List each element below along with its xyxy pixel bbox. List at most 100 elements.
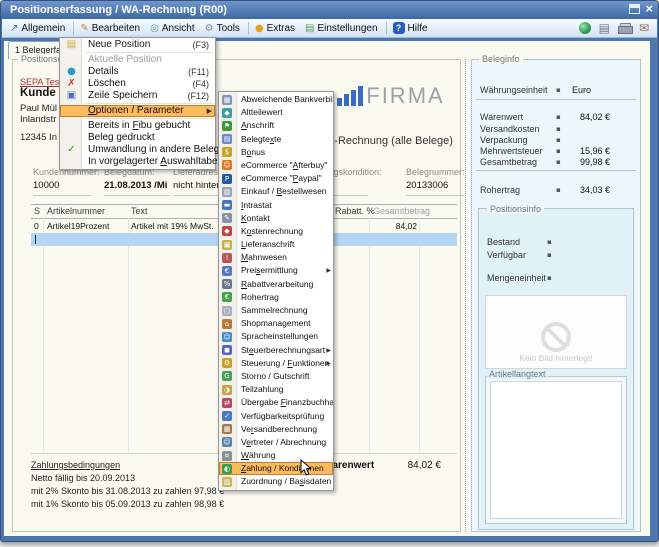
- submenu-item-sammelrechnung[interactable]: ▢Sammelrechnung: [219, 304, 333, 317]
- submenu-item-zuordnung-basisdaten[interactable]: ▨Zuordnung / Basisdaten: [219, 475, 333, 488]
- delete-icon: ✗: [63, 78, 80, 90]
- help-icon: ?: [393, 22, 405, 34]
- menu-shortcut: (F4): [193, 78, 210, 90]
- submenu-item-anschrift[interactable]: ⚑Anschrift: [219, 119, 333, 132]
- beleginfo-divider: [476, 99, 636, 100]
- column-header-rabatt[interactable]: Rabatt. %: [335, 206, 375, 216]
- toolbar-button-bearbeiten[interactable]: ✎Bearbeiten: [76, 22, 146, 35]
- menu-item-details[interactable]: ●Details(F11): [60, 66, 215, 78]
- mail-icon[interactable]: ✉: [639, 21, 649, 35]
- field-underline: [33, 195, 91, 196]
- printer-icon[interactable]: [618, 23, 631, 33]
- payment-terms-link[interactable]: Zahlungsbedingungen: [31, 460, 120, 470]
- menu-item-in-vorgelagerter-auswahltabelle-verbergen[interactable]: In vorgelagerter Auswahltabelle verberge…: [60, 156, 215, 168]
- globe-icon[interactable]: [579, 22, 591, 34]
- submenu-item-steuerberechnungsart[interactable]: ◼Steuerberechnungsart▶: [219, 344, 333, 357]
- control-functions-icon: ⚙: [222, 358, 232, 368]
- pane-splitter[interactable]: [465, 59, 466, 532]
- menu-item-zeile-speichern[interactable]: ▣Zeile Speichern(F12): [60, 90, 215, 102]
- submenu-item-zahlung-konditionen[interactable]: ◐Zahlung / Konditionen: [219, 462, 333, 475]
- mapping-basedata-icon: ▨: [222, 477, 232, 487]
- table-cell[interactable]: 0: [34, 221, 39, 231]
- toolbar-button-extras[interactable]: ●Extras: [251, 22, 301, 35]
- submenu-item-storno-gutschrift[interactable]: GStorno / Gutschrift: [219, 370, 333, 383]
- toolbar-button-einstellungen[interactable]: ▤Einstellungen: [301, 22, 384, 35]
- menu-item-bereits-in-fibu-gebucht[interactable]: Bereits in Fibu gebucht: [60, 120, 215, 132]
- menu-item-löschen[interactable]: ✗Löschen(F4): [60, 78, 215, 90]
- beleginfo-label-versandkosten: Versandkosten: [480, 124, 540, 134]
- submenu-item-rabattverarbeitung[interactable]: %Rabattverarbeitung: [219, 278, 333, 291]
- menu-item-label: Aktuelle Position: [88, 54, 162, 65]
- field-underline: [104, 195, 170, 196]
- submenu-item-ecommerce-paypal[interactable]: PeCommerce "Paypal": [219, 172, 333, 185]
- column-header-artikelnummer[interactable]: Artikelnummer: [47, 206, 105, 216]
- submenu-item-teilzahlung[interactable]: ◑Teilzahlung: [219, 383, 333, 396]
- logo-brand-text: FIRMA: [366, 85, 444, 107]
- menu-item-neue-position[interactable]: ▤Neue Position(F3): [60, 39, 215, 51]
- toolbar-button-hilfe[interactable]: ?Hilfe: [389, 21, 434, 35]
- submenu-item-bonus[interactable]: $Bonus: [219, 146, 333, 159]
- table-cell-gesamtbetrag[interactable]: 84,02: [371, 221, 417, 231]
- submenu-item-steuerung-funktionen[interactable]: ⚙Steuerung / Funktionen▶: [219, 357, 333, 370]
- submenu-item-altteilewert[interactable]: ◆Altteilewert: [219, 106, 333, 119]
- submenu-item-shopmanagement[interactable]: ⌂Shopmanagement: [219, 317, 333, 330]
- field-value-belegdatum[interactable]: 21.08.2013 /Mi: [104, 180, 167, 191]
- submenu-item-abweichende-bankverbindung[interactable]: ▦ Abweichende Bankverbindung: [219, 93, 333, 106]
- submenu-item-währung[interactable]: ¤Währung: [219, 449, 333, 462]
- restore-button[interactable]: [629, 4, 640, 14]
- field-value-belegnummer[interactable]: 20133006: [406, 180, 448, 191]
- close-button[interactable]: ×: [645, 4, 653, 14]
- bank-icon: ▦: [222, 95, 232, 105]
- bonus-icon: $: [222, 147, 232, 157]
- submenu-item-mahnwesen[interactable]: !Mahnwesen: [219, 251, 333, 264]
- submenu-item-verfügbarkeitsprüfung[interactable]: ✓Verfügbarkeitsprüfung: [219, 410, 333, 423]
- toolbar-button-label: Einstellungen: [317, 23, 377, 34]
- shipping-calculation-icon: ▦: [222, 424, 232, 434]
- submenu-item-versandberechnung[interactable]: ▦Versandberechnung: [219, 423, 333, 436]
- menu-toolbar: ↗Allgemein ✎Bearbeiten◎Ansicht⚙Tools ●Extr…: [2, 19, 657, 38]
- menu-item-umwandlung-in-andere-belegart-möglich[interactable]: ✓Umwandlung in andere Belegart möglich: [60, 144, 215, 156]
- beleginfo-group: Währungseinheit▪EuroWarenwert▪84,02 €Ver…: [471, 59, 641, 532]
- toolbar-separator: [386, 22, 387, 35]
- submenu-item-belegtexte[interactable]: ▤Belegtexte: [219, 133, 333, 146]
- submenu-item-label: Abweichende Bankverbindung: [241, 94, 333, 104]
- toolbar-button-tools[interactable]: ⚙Tools: [201, 22, 246, 35]
- toolbar-button-ansicht[interactable]: ◎Ansicht: [146, 22, 201, 35]
- table-cell[interactable]: Artikel19Prozent: [47, 221, 109, 231]
- submenu-item-vertreter-abrechnung[interactable]: ☺Vertreter / Abrechnung: [219, 436, 333, 449]
- menu-item-optionen-parameter[interactable]: Optionen / Parameter▶: [60, 105, 215, 117]
- toolbar-button-label: Bearbeiten: [92, 23, 140, 34]
- document-icon[interactable]: ▤: [599, 21, 610, 35]
- submenu-item-ecommerce-afterbuy[interactable]: ☺eCommerce "Afterbuy": [219, 159, 333, 172]
- delivery-address-icon: ▣: [222, 240, 232, 250]
- submenu-item-label: Anschrift: [241, 120, 274, 130]
- submenu-item-übergabe-finanzbuchhaltung[interactable]: ⇄Übergabe Finanzbuchhaltung: [219, 396, 333, 409]
- field-marker-icon: ▪: [556, 186, 561, 194]
- field-marker-icon: ▪: [547, 274, 552, 282]
- submenu-arrow-icon: ▶: [207, 105, 212, 117]
- submenu-item-intrastat[interactable]: ▬Intrastat: [219, 199, 333, 212]
- beleginfo-value-rohertrag: 34,03 €: [580, 185, 610, 195]
- submenu-item-label: Mahnwesen: [241, 252, 287, 262]
- submenu-item-einkauf-bestellwesen[interactable]: ▥Einkauf / Bestellwesen: [219, 185, 333, 198]
- field-marker-icon: ▪: [556, 86, 561, 94]
- submenu-item-preisermittlung[interactable]: €Preisermittlung▶: [219, 264, 333, 277]
- column-header-gesamtbetrag[interactable]: Gesamtbetrag: [373, 206, 430, 216]
- column-header-s[interactable]: S: [34, 206, 40, 216]
- submenu-item-lieferanschrift[interactable]: ▣Lieferanschrift: [219, 238, 333, 251]
- submenu-item-rohertrag[interactable]: €Rohertrag: [219, 291, 333, 304]
- submenu-item-spracheinstellungen[interactable]: ☺Spracheinstellungen: [219, 330, 333, 343]
- submenu-item-kostenrechnung[interactable]: ◆Kostenrechnung: [219, 225, 333, 238]
- field-value-kundennummer[interactable]: 10000: [33, 180, 59, 191]
- menu-item-beleg-gedruckt[interactable]: Beleg gedruckt: [60, 132, 215, 144]
- submenu-item-kontakt[interactable]: ✎ Kontakt: [219, 212, 333, 225]
- purchase-icon: ▥: [222, 187, 232, 197]
- submenu-item-label: Vertreter / Abrechnung: [241, 437, 326, 447]
- toolbar-separator: [73, 22, 74, 35]
- table-cell[interactable]: Artikel mit 19% MwSt.: [131, 221, 214, 231]
- toolbar-button-allgemein[interactable]: ↗Allgemein: [6, 22, 71, 35]
- contact-icon: ✎: [222, 213, 232, 223]
- column-header-text[interactable]: Text: [131, 206, 148, 216]
- submenu-item-label: Kontakt: [241, 213, 270, 223]
- article-longtext-box[interactable]: [485, 376, 627, 524]
